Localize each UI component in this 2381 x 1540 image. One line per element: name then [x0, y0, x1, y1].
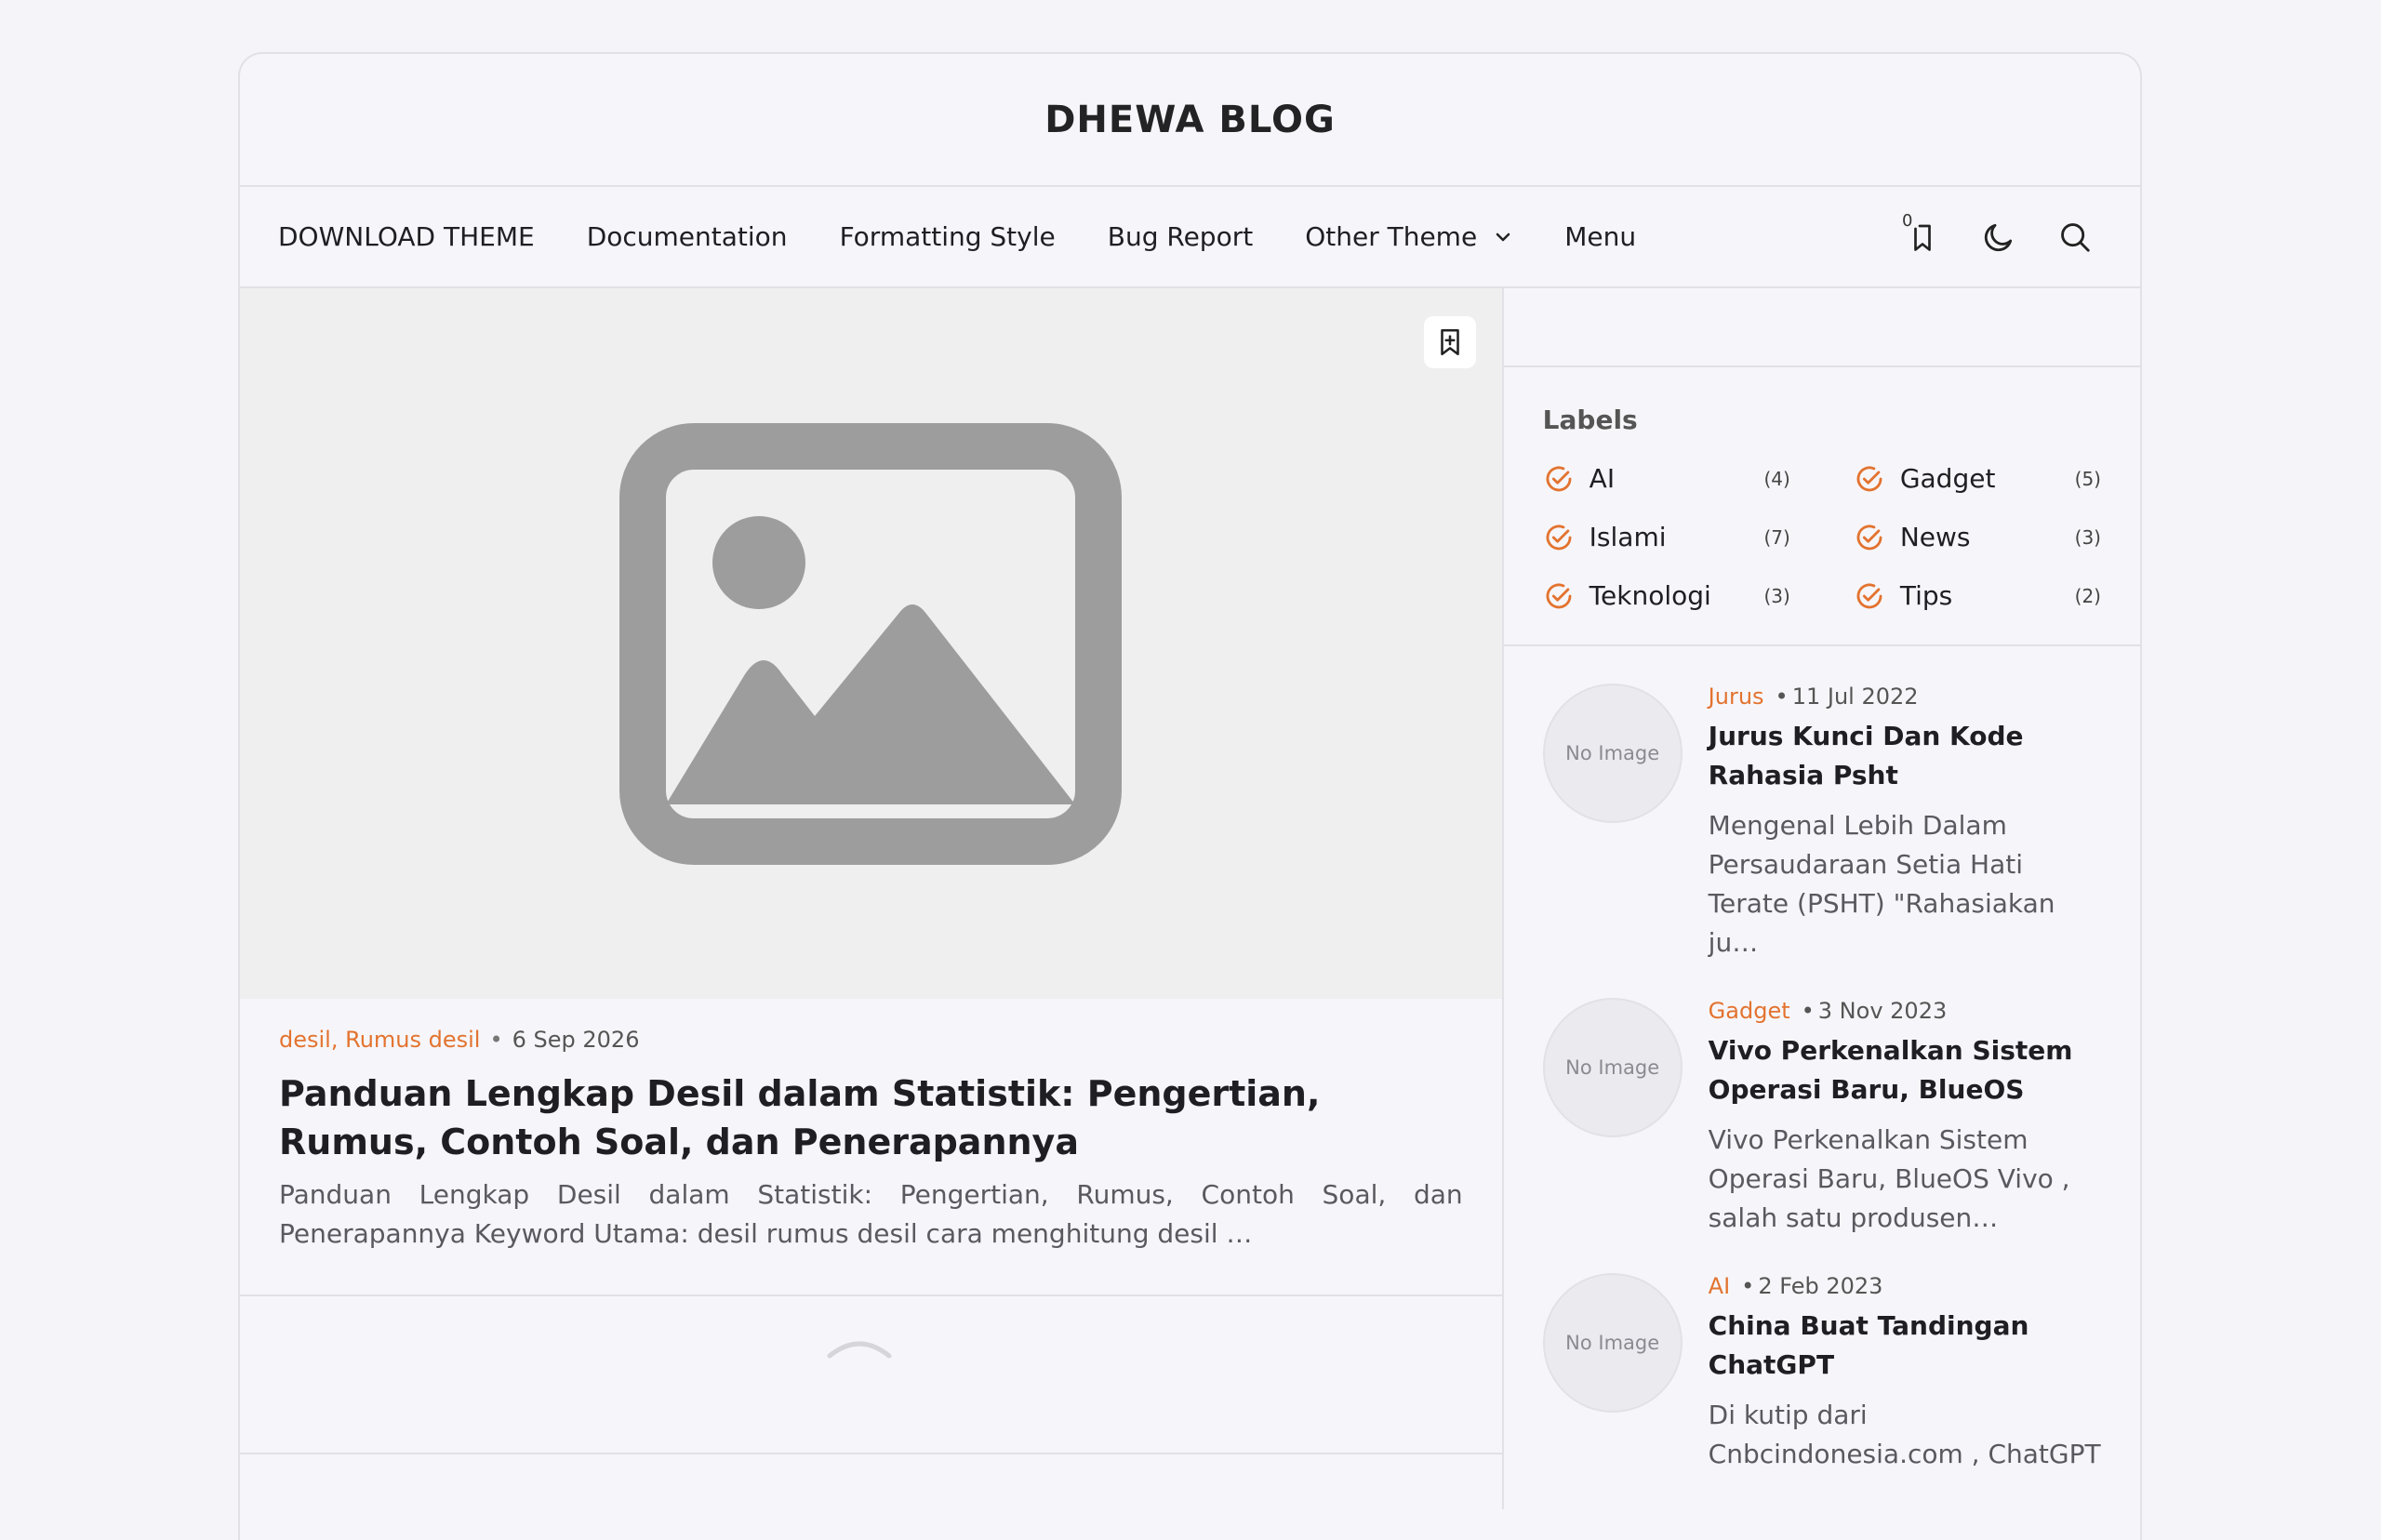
label-count: (4) [1763, 467, 1790, 490]
recent-post-item: No Image Jurus • 11 Jul 2022 Jurus Kunci D… [1542, 684, 2101, 962]
recent-post-thumbnail[interactable]: No Image [1542, 684, 1683, 823]
recent-post-snippet: Mengenal Lebih Dalam Persaudaraan Setia … [1708, 810, 2055, 958]
label-count: (2) [2074, 584, 2101, 607]
labels-widget: Labels AI (4) Gadget (5) Islami (7) News… [1503, 367, 2140, 646]
check-circle-icon [1546, 465, 1572, 491]
recent-post-meta: Jurus • 11 Jul 2022 [1709, 684, 2101, 710]
chevron-down-icon [1494, 228, 1512, 246]
label-item-news[interactable]: News (3) [1854, 516, 2101, 558]
loading-area [240, 1296, 1502, 1454]
site-header: DHEWA BLOG [240, 54, 2140, 187]
moon-icon [1984, 223, 2013, 251]
nav-documentation[interactable]: Documentation [587, 221, 788, 252]
recent-post-label[interactable]: Jurus [1709, 684, 1764, 710]
post-snippet: Panduan Lengkap Desil dalam Statistik: P… [279, 1179, 1463, 1249]
main-nav: DOWNLOAD THEME Documentation Formatting … [240, 187, 2140, 288]
bookmark-plus-icon [1440, 328, 1459, 356]
recent-post-snippet: Di kutip dari Cnbcindonesia.com , ChatGP… [1708, 1400, 2101, 1469]
label-item-teknologi[interactable]: Teknologi (3) [1543, 575, 1790, 617]
recent-post-title[interactable]: China Buat Tandingan ChatGPT [1709, 1307, 2101, 1385]
meta-separator: • [489, 1027, 503, 1053]
nav-formatting-style[interactable]: Formatting Style [840, 221, 1056, 252]
content-area: desil, Rumus desil • 6 Sep 2026 Panduan Le… [240, 288, 2140, 1509]
nav-bug-report[interactable]: Bug Report [1108, 221, 1253, 252]
label-count: (7) [1763, 525, 1790, 549]
label-item-islami[interactable]: Islami (7) [1543, 516, 1790, 558]
label-name: AI [1589, 463, 1616, 494]
nav-menu[interactable]: Menu [1564, 221, 1636, 252]
loading-spinner-icon [827, 1341, 892, 1359]
label-count: (5) [2074, 467, 2101, 490]
recent-post-title[interactable]: Jurus Kunci Dan Kode Rahasia Psht [1709, 717, 2101, 795]
nav-icons: 0 [1867, 187, 2095, 286]
recent-post-label[interactable]: Gadget [1709, 998, 1790, 1024]
add-bookmark-button[interactable] [1423, 316, 1476, 368]
check-circle-icon [1856, 465, 1882, 491]
recent-post-body: Gadget • 3 Nov 2023 Vivo Perkenalkan Siste… [1709, 998, 2101, 1238]
check-circle-icon [1546, 582, 1572, 608]
label-item-tips[interactable]: Tips (2) [1854, 575, 2101, 617]
post-date: 6 Sep 2026 [512, 1027, 640, 1053]
label-count: (3) [1763, 584, 1790, 607]
recent-post-title[interactable]: Vivo Perkenalkan Sistem Operasi Baru, Bl… [1709, 1031, 2101, 1109]
recent-post-thumbnail[interactable]: No Image [1542, 998, 1683, 1137]
meta-separator: • [1801, 998, 1815, 1024]
recent-post-date: 11 Jul 2022 [1791, 684, 1919, 710]
labels-grid: AI (4) Gadget (5) Islami (7) News (3) Te… [1543, 458, 2101, 617]
check-circle-icon [1856, 582, 1882, 608]
dark-mode-toggle[interactable] [1978, 217, 2019, 258]
featured-post: desil, Rumus desil • 6 Sep 2026 Panduan Le… [240, 999, 1502, 1296]
label-name: Islami [1589, 522, 1667, 552]
label-item-gadget[interactable]: Gadget (5) [1854, 458, 2101, 499]
bookmarks-button[interactable]: 0 [1902, 211, 1943, 258]
recent-post-date: 2 Feb 2023 [1758, 1273, 1883, 1299]
featured-thumbnail[interactable] [240, 288, 1502, 999]
label-name: Tips [1899, 580, 1953, 611]
recent-post-item: No Image AI • 2 Feb 2023 China Buat Tandin… [1542, 1273, 2101, 1474]
label-item-ai[interactable]: AI (4) [1543, 458, 1790, 499]
nav-download-theme[interactable]: DOWNLOAD THEME [278, 221, 535, 252]
sidebar-top-widget [1503, 288, 2140, 367]
recent-post-snippet: Vivo Perkenalkan Sistem Operasi Baru, Bl… [1708, 1124, 2070, 1233]
nav-other-theme[interactable]: Other Theme [1305, 221, 1512, 252]
image-placeholder-icon [619, 422, 1123, 865]
recent-post-date: 3 Nov 2023 [1817, 998, 1948, 1024]
labels-title: Labels [1542, 405, 1638, 435]
check-circle-icon [1546, 524, 1572, 550]
site-title[interactable]: DHEWA BLOG [1044, 99, 1336, 141]
label-name: News [1899, 522, 1971, 552]
post-title[interactable]: Panduan Lengkap Desil dalam Statistik: P… [279, 1069, 1463, 1166]
post-labels[interactable]: desil, Rumus desil [279, 1027, 480, 1053]
recent-post-meta: Gadget • 3 Nov 2023 [1709, 998, 2101, 1024]
recent-post-body: AI • 2 Feb 2023 China Buat Tandingan ChatG… [1709, 1273, 2101, 1474]
recent-post-item: No Image Gadget • 3 Nov 2023 Vivo Perkenal… [1542, 998, 2101, 1238]
recent-post-label[interactable]: AI [1709, 1273, 1731, 1299]
meta-separator: • [1775, 684, 1789, 710]
recent-post-body: Jurus • 11 Jul 2022 Jurus Kunci Dan Kode R… [1709, 684, 2101, 962]
bookmark-count-badge: 0 [1902, 210, 1913, 231]
label-name: Gadget [1899, 463, 1996, 494]
label-count: (3) [2074, 525, 2101, 549]
main-column: desil, Rumus desil • 6 Sep 2026 Panduan Le… [240, 288, 1504, 1509]
search-button[interactable] [2055, 217, 2095, 258]
post-meta: desil, Rumus desil • 6 Sep 2026 [279, 1027, 1463, 1053]
label-name: Teknologi [1589, 580, 1711, 611]
recent-posts-widget: No Image Jurus • 11 Jul 2022 Jurus Kunci D… [1504, 646, 2140, 1474]
search-icon [2061, 222, 2090, 252]
check-circle-icon [1856, 524, 1882, 550]
recent-post-meta: AI • 2 Feb 2023 [1709, 1273, 2101, 1299]
meta-separator: • [1741, 1273, 1755, 1299]
blog-frame: DHEWA BLOG DOWNLOAD THEME Documentation … [238, 52, 2142, 1540]
nav-other-theme-label: Other Theme [1305, 221, 1478, 252]
sidebar: Labels AI (4) Gadget (5) Islami (7) News… [1503, 288, 2140, 1509]
recent-post-thumbnail[interactable]: No Image [1542, 1273, 1683, 1413]
